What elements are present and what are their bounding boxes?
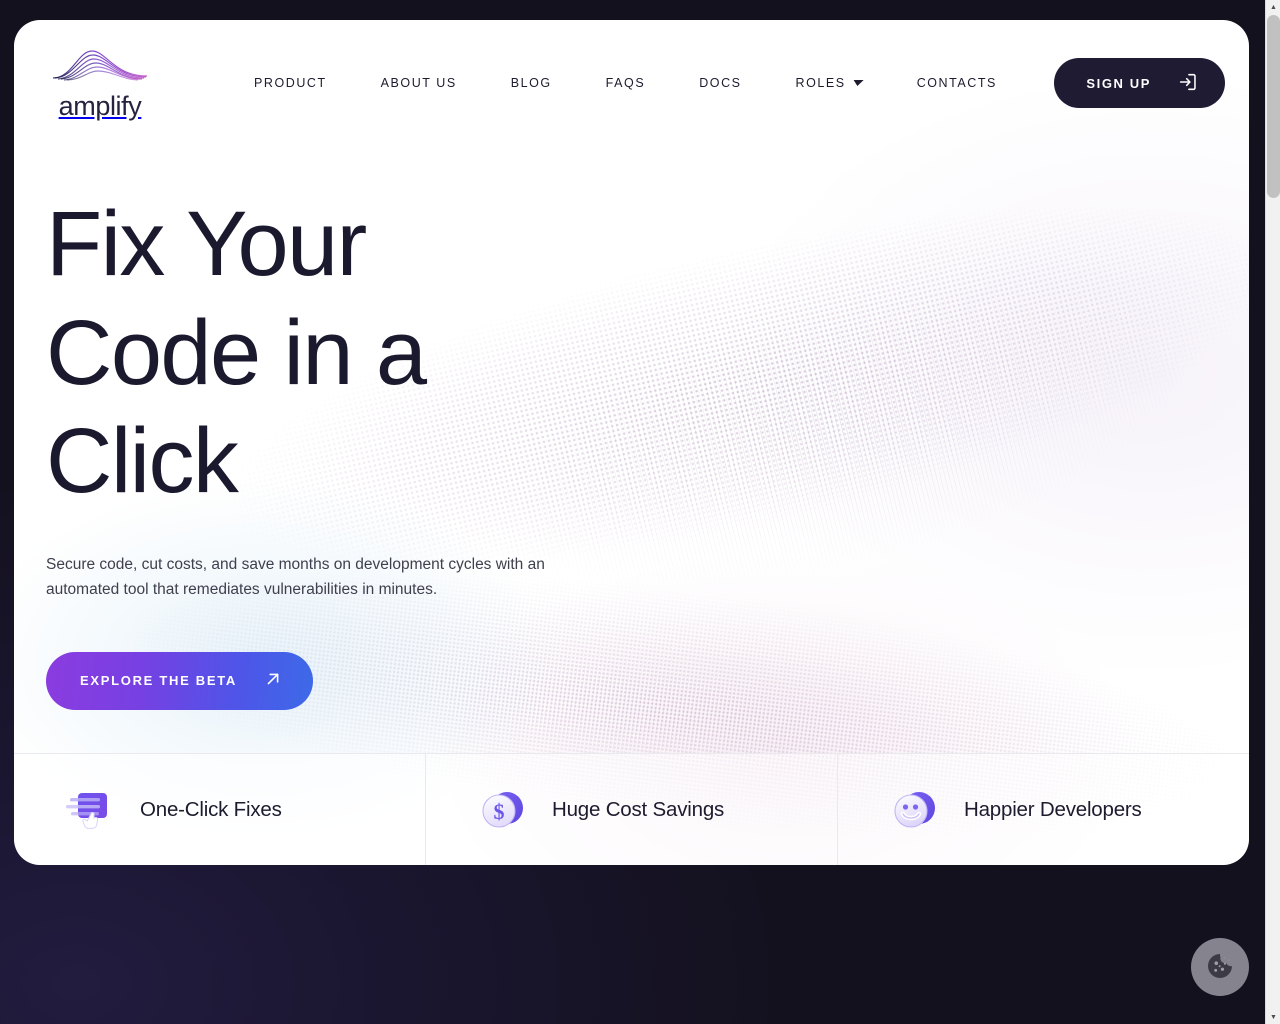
nav-item-docs[interactable]: DOCS: [699, 66, 741, 100]
hero-subtitle: Secure code, cut costs, and save months …: [46, 555, 545, 598]
hero-card: amplify PRODUCT ABOUT US BLOG FAQS DOCS …: [14, 20, 1249, 865]
feature-label: Huge Cost Savings: [552, 797, 725, 821]
nav-label: DOCS: [699, 76, 742, 90]
feature-label: Happier Developers: [964, 797, 1142, 821]
scroll-down-arrow[interactable]: ▼: [1266, 1010, 1280, 1024]
svg-text:$: $: [494, 799, 505, 824]
hero-content: Fix Your Code in a Click Secure code, cu…: [46, 190, 586, 710]
browser-viewport: amplify PRODUCT ABOUT US BLOG FAQS DOCS …: [0, 0, 1280, 1024]
page-title: Fix Your Code in a Click: [46, 193, 427, 513]
nav-label: FAQS: [605, 76, 646, 90]
login-arrow-icon: [1177, 71, 1199, 96]
brand-name: amplify: [58, 91, 142, 121]
nav-label: CONTACTS: [916, 76, 997, 90]
cta-label: EXPLORE THE BETA: [80, 673, 237, 689]
feature-strip: One-Click Fixes $ Huge Cost Savings Happ…: [14, 753, 1249, 865]
dollar-coin-icon: $: [476, 783, 530, 837]
primary-nav-links: PRODUCT ABOUT US BLOG FAQS DOCS ROLES CO…: [254, 66, 1054, 100]
smiley-face-icon: [888, 783, 942, 837]
sign-up-button[interactable]: SIGN UP: [1054, 58, 1225, 108]
feature-one-click-fixes[interactable]: One-Click Fixes: [14, 754, 426, 865]
nav-item-contacts[interactable]: CONTACTS: [917, 66, 997, 100]
one-click-fix-icon: [64, 783, 118, 837]
top-navigation-bar: amplify PRODUCT ABOUT US BLOG FAQS DOCS …: [14, 20, 1249, 146]
brand-logo[interactable]: amplify: [46, 46, 154, 120]
feature-huge-cost-savings[interactable]: $ Huge Cost Savings: [426, 754, 838, 865]
cookie-icon: [1205, 951, 1235, 984]
scrollbar-thumb[interactable]: [1267, 15, 1280, 198]
wave-logo-icon: [50, 46, 150, 95]
scroll-up-arrow[interactable]: ▲: [1266, 0, 1280, 14]
explore-the-beta-button[interactable]: EXPLORE THE BETA: [46, 651, 313, 710]
feature-label: One-Click Fixes: [140, 797, 282, 821]
feature-happier-developers[interactable]: Happier Developers: [838, 754, 1249, 865]
nav-item-roles[interactable]: ROLES: [795, 66, 864, 100]
nav-item-product[interactable]: PRODUCT: [254, 66, 327, 100]
nav-item-faqs[interactable]: FAQS: [606, 66, 646, 100]
sign-up-label: SIGN UP: [1086, 75, 1151, 91]
nav-item-blog[interactable]: BLOG: [511, 66, 552, 100]
nav-label: ABOUT US: [380, 76, 457, 90]
nav-label: ROLES: [795, 76, 846, 90]
nav-label: PRODUCT: [254, 76, 327, 90]
nav-item-about-us[interactable]: ABOUT US: [381, 66, 457, 100]
cookie-consent-button[interactable]: [1191, 938, 1249, 996]
chevron-down-icon: [852, 80, 864, 86]
arrow-up-right-icon: [263, 669, 283, 692]
page-scrollbar[interactable]: ▲ ▼: [1265, 0, 1280, 1024]
nav-label: BLOG: [510, 76, 552, 90]
